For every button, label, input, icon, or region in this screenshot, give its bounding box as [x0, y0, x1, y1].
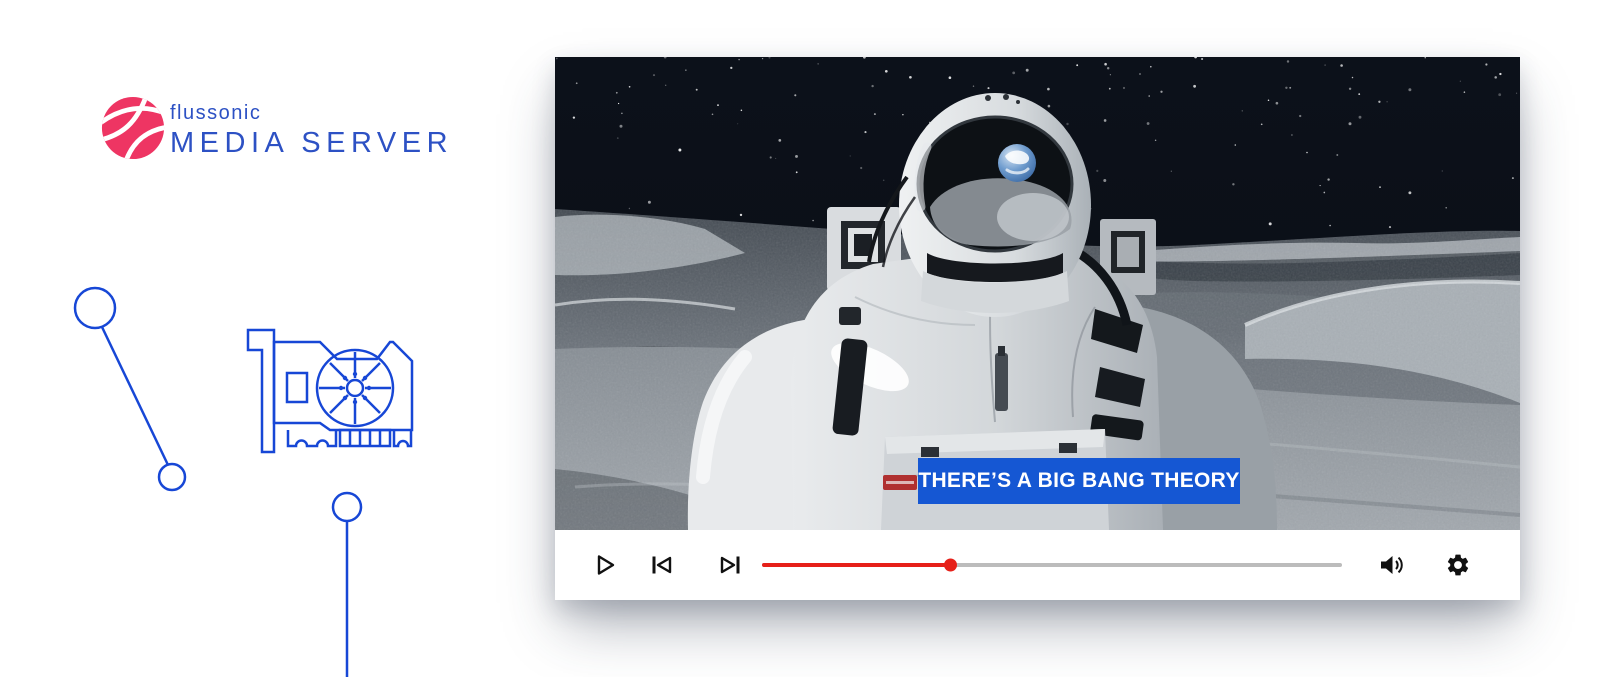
decor-graphics	[60, 280, 420, 677]
previous-icon	[652, 556, 672, 574]
brand-product-name: MEDIA SERVER	[170, 127, 454, 159]
progress-track[interactable]	[762, 558, 1342, 572]
settings-button[interactable]	[1439, 530, 1477, 600]
brand-text: flussonic MEDIA SERVER	[170, 95, 453, 158]
subtitle-caption: THERE’S A BIG BANG THEORY	[918, 458, 1240, 504]
progress-handle[interactable]	[944, 558, 958, 572]
drop-line-node	[333, 493, 361, 677]
volume-icon	[1381, 556, 1403, 574]
fan-spokes	[319, 352, 391, 424]
progress-bar[interactable]	[762, 530, 1342, 600]
play-button[interactable]	[589, 530, 621, 600]
previous-button[interactable]	[645, 530, 679, 600]
brand-name: flussonic	[170, 102, 262, 124]
next-button[interactable]	[713, 530, 747, 600]
node-link-icon	[75, 288, 185, 490]
settings-gear-icon	[1447, 554, 1469, 576]
media-player-card: THERE’S A BIG BANG THEORY	[555, 57, 1520, 600]
flussonic-logo-icon	[101, 96, 165, 160]
next-icon	[720, 556, 740, 574]
player-controls	[555, 530, 1520, 600]
page: flussonic MEDIA SERVER THERE’S A BIG BAN…	[0, 0, 1600, 677]
brand-logo: flussonic MEDIA SERVER	[100, 95, 453, 161]
video-viewport[interactable]: THERE’S A BIG BANG THEORY	[555, 57, 1520, 530]
volume-button[interactable]	[1373, 530, 1411, 600]
gpu-card-icon	[248, 330, 412, 452]
play-icon	[597, 555, 615, 575]
chest-antenna	[995, 353, 1008, 411]
progress-played	[762, 558, 958, 572]
